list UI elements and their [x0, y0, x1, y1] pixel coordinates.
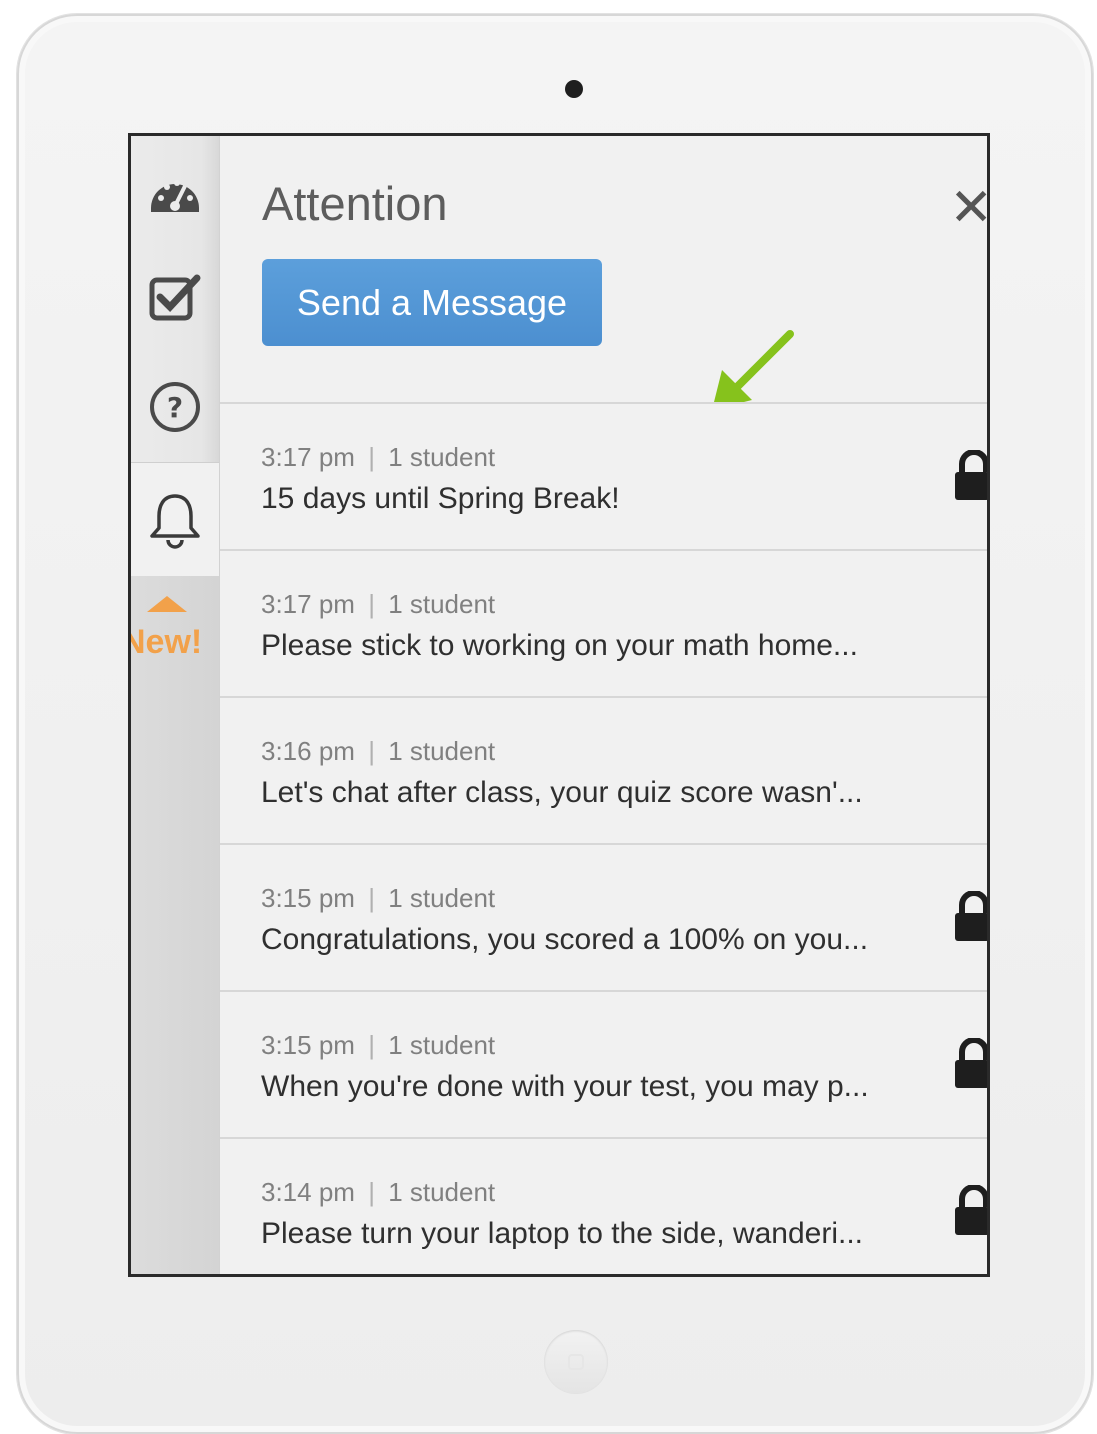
message-list: 3:17 pm | 1 student 15 days until Spring…	[220, 402, 989, 1274]
message-meta: 3:14 pm | 1 student	[261, 1177, 496, 1207]
sidebar: ? New!	[131, 136, 219, 1274]
message-text: Let's chat after class, your quiz score …	[261, 776, 863, 809]
checklist-icon	[149, 274, 201, 321]
message-text: 15 days until Spring Break!	[261, 482, 620, 515]
help-icon: ?	[150, 382, 200, 432]
screen: ? New! Attention Send a Message ✕ 3:17 p…	[128, 133, 990, 1277]
lock-icon[interactable]	[955, 450, 989, 502]
svg-text:?: ?	[167, 391, 183, 424]
message-row[interactable]: 3:15 pm | 1 student When you're done wit…	[220, 990, 987, 1137]
send-message-button[interactable]: Send a Message	[262, 259, 602, 346]
up-arrow-icon	[147, 596, 187, 612]
camera	[565, 80, 583, 98]
help-button[interactable]: ?	[131, 372, 219, 442]
checklist-button[interactable]	[131, 262, 219, 332]
dashboard-icon	[151, 180, 199, 212]
message-row[interactable]: 3:16 pm | 1 student Let's chat after cla…	[220, 696, 987, 843]
message-row[interactable]: 3:14 pm | 1 student Please turn your lap…	[220, 1137, 989, 1274]
page-title: Attention	[262, 177, 448, 230]
new-badge: New!	[128, 623, 203, 661]
message-meta: 3:17 pm | 1 student	[261, 442, 496, 472]
message-text: Please stick to working on your math hom…	[261, 629, 858, 662]
message-text: Congratulations, you scored a 100% on yo…	[261, 923, 869, 956]
close-icon[interactable]: ✕	[949, 182, 987, 234]
home-button[interactable]	[544, 1330, 608, 1394]
message-meta: 3:15 pm | 1 student	[261, 1030, 496, 1060]
lock-icon[interactable]	[955, 1185, 989, 1237]
bell-icon	[150, 494, 200, 549]
dashboard-button[interactable]	[131, 156, 219, 226]
message-meta: 3:16 pm | 1 student	[261, 736, 496, 766]
message-row[interactable]: 3:17 pm | 1 student 15 days until Spring…	[220, 402, 987, 549]
message-row[interactable]: 3:15 pm | 1 student Congratulations, you…	[220, 843, 987, 990]
attention-panel: Attention Send a Message ✕ 3:17 pm | 1 s…	[219, 136, 987, 1274]
lock-icon[interactable]	[955, 891, 989, 943]
lock-icon[interactable]	[955, 1038, 989, 1090]
message-text: Please turn your laptop to the side, wan…	[261, 1217, 864, 1250]
message-meta: 3:17 pm | 1 student	[261, 589, 496, 619]
message-row[interactable]: 3:17 pm | 1 student Please stick to work…	[220, 549, 987, 696]
message-meta: 3:15 pm | 1 student	[261, 883, 496, 913]
sidebar-lower	[131, 576, 219, 1274]
notifications-button[interactable]	[131, 462, 219, 578]
message-text: When you're done with your test, you may…	[261, 1070, 869, 1103]
